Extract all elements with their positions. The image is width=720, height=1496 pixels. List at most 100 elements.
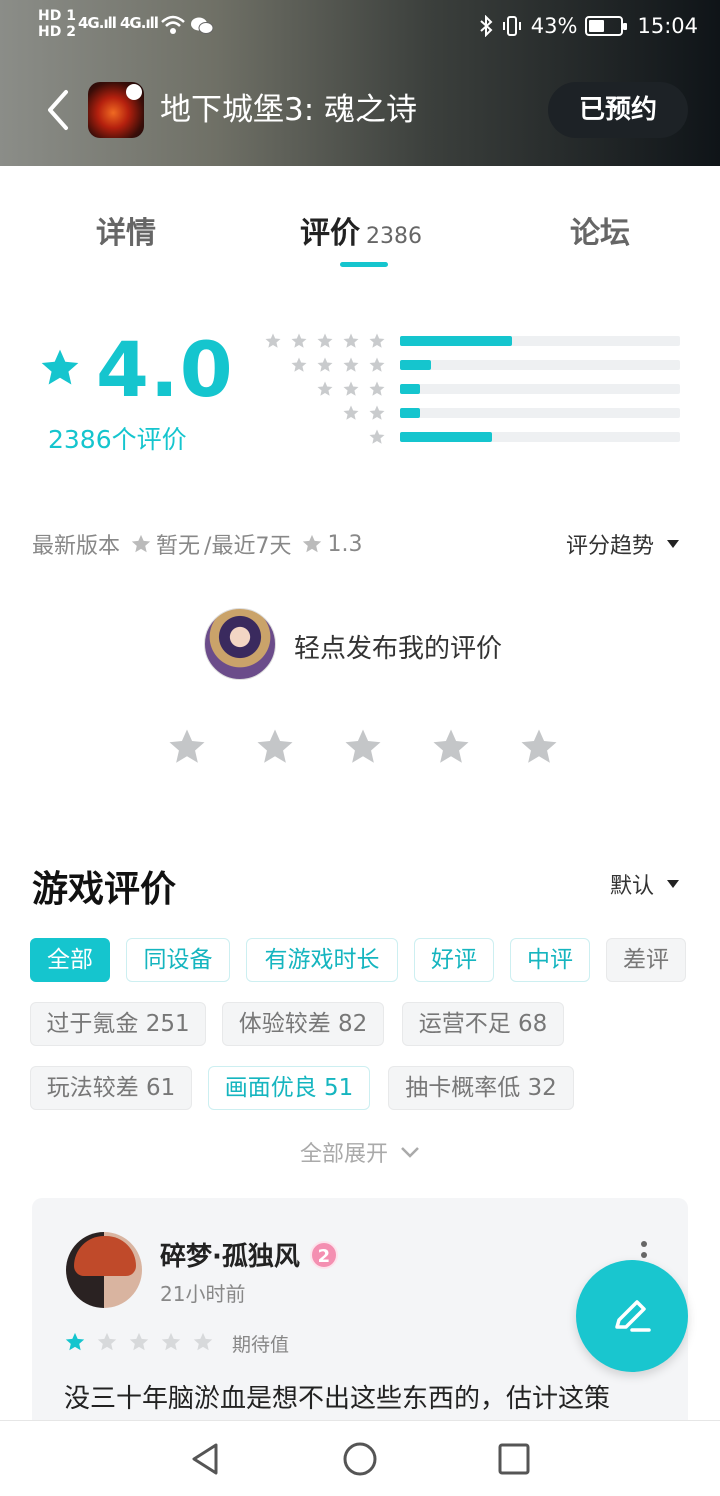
- rate-star-3[interactable]: [342, 726, 384, 772]
- star-icon: [303, 534, 322, 553]
- avatar[interactable]: [66, 1232, 142, 1308]
- tab-details[interactable]: 详情: [96, 208, 156, 252]
- star-icon: [343, 405, 359, 420]
- star-icon: [97, 1332, 117, 1350]
- sort-dropdown[interactable]: 默认: [610, 868, 680, 900]
- my-avatar: [204, 608, 276, 680]
- signal-2-icon: 4G.ıll: [120, 14, 159, 32]
- rating-bar: [400, 384, 680, 394]
- star-icon: [169, 729, 205, 763]
- rate-star-2[interactable]: [254, 726, 296, 772]
- rate-star-1[interactable]: [166, 726, 208, 772]
- review-stars: 期待值: [64, 1330, 289, 1357]
- star-icon: [369, 381, 385, 396]
- filter-chip[interactable]: 体验较差 82: [222, 1002, 384, 1046]
- rating-row-4-stars: [258, 356, 682, 374]
- star-icon: [317, 357, 333, 372]
- latest-version-label: 最新版本: [32, 534, 121, 559]
- signal-1-icon: 4G.ıll: [78, 14, 117, 32]
- filter-chip[interactable]: 抽卡概率低 32: [388, 1066, 574, 1110]
- star-icon: [131, 534, 151, 553]
- review-tag: 期待值: [232, 1334, 290, 1356]
- rating-bar: [400, 360, 680, 370]
- star-icon: [161, 1332, 181, 1350]
- filter-chip[interactable]: 差评: [606, 938, 686, 982]
- star-icon: [369, 429, 385, 444]
- filter-chip[interactable]: 过于氪金 251: [30, 1002, 206, 1046]
- tab-reviews[interactable]: 评价 2386: [300, 208, 422, 252]
- caret-down-icon: [667, 540, 679, 548]
- star-icon: [291, 333, 307, 348]
- system-nav-bar: [0, 1420, 720, 1496]
- rating-bar: [400, 432, 680, 442]
- star-icon: [317, 333, 333, 348]
- review-star: [192, 1331, 214, 1357]
- clock: 15:04: [637, 14, 698, 38]
- filter-chip[interactable]: 玩法较差 61: [30, 1066, 192, 1110]
- sim1-label: HD 1: [38, 8, 76, 24]
- filter-chip[interactable]: 运营不足 68: [402, 1002, 564, 1046]
- battery-percent: 43%: [530, 14, 578, 38]
- rate-stars: [166, 726, 560, 772]
- status-right: 43% 15:04: [479, 14, 698, 38]
- star-icon: [369, 405, 385, 420]
- rate-prompt[interactable]: 轻点发布我的评价: [294, 628, 502, 665]
- filter-chip[interactable]: 全部: [30, 938, 110, 982]
- app-header: HD 1 HD 2 4G.ıll 4G.ıll 43% 15:04 地下城堡3:…: [0, 0, 720, 166]
- review-star: [160, 1331, 182, 1357]
- rate-star-5[interactable]: [518, 726, 560, 772]
- star-icon: [257, 729, 293, 763]
- nav-back-icon[interactable]: [188, 1441, 224, 1477]
- rating-row-3-stars: [258, 380, 682, 398]
- rating-row-1-stars: [258, 428, 682, 446]
- version-rating: 最新版本 暂无 /最近7天 1.3: [32, 528, 362, 560]
- review-time: 21小时前: [160, 1282, 246, 1306]
- section-title: 游戏评价: [32, 869, 177, 910]
- pen-icon: [615, 1300, 651, 1332]
- average-score: 4.0: [96, 325, 234, 414]
- filter-chip[interactable]: 画面优良 51: [208, 1066, 370, 1110]
- star-icon: [343, 381, 359, 396]
- reserved-button[interactable]: 已预约: [548, 82, 688, 138]
- star-icon: [129, 1332, 149, 1350]
- level-badge: 2: [309, 1240, 338, 1269]
- review-star: [96, 1331, 118, 1357]
- expand-all-button[interactable]: 全部展开: [300, 1136, 420, 1168]
- filter-chip[interactable]: 有游戏时长: [246, 938, 398, 982]
- status-bar: HD 1 HD 2 4G.ıll 4G.ıll 43% 15:04: [0, 0, 720, 56]
- latest-version-value: 暂无: [156, 534, 201, 559]
- star-icon: [65, 1332, 85, 1350]
- sim-indicators: HD 1 HD 2: [38, 8, 76, 40]
- recent-value: 1.3: [327, 531, 363, 557]
- caret-down-icon: [667, 880, 679, 888]
- star-icon: [265, 333, 281, 348]
- game-title: 地下城堡3: 魂之诗: [160, 92, 418, 128]
- filter-chip[interactable]: 中评: [510, 938, 590, 982]
- rating-row-5-stars: [258, 332, 682, 350]
- rating-bar: [400, 408, 680, 418]
- review-count: 2386个评价: [48, 425, 187, 454]
- review-text: 没三十年脑淤血是想不出这些东西的，估计这策: [64, 1384, 611, 1414]
- star-icon: [41, 349, 79, 385]
- sim2-label: HD 2: [38, 24, 76, 40]
- nav-recent-icon[interactable]: [496, 1441, 532, 1477]
- tab-forum[interactable]: 论坛: [570, 208, 630, 252]
- star-icon: [343, 333, 359, 348]
- filter-chip[interactable]: 同设备: [126, 938, 230, 982]
- filter-chip[interactable]: 好评: [414, 938, 494, 982]
- star-icon: [193, 1332, 213, 1350]
- star-icon: [317, 381, 333, 396]
- nav-home-icon[interactable]: [342, 1441, 378, 1477]
- tab-bar: 详情 评价 2386 论坛: [0, 200, 720, 270]
- tab-reviews-count: 2386: [366, 224, 422, 249]
- bluetooth-icon: [480, 15, 493, 37]
- game-icon: [88, 82, 144, 138]
- rate-star-4[interactable]: [430, 726, 472, 772]
- score-trend-dropdown[interactable]: 评分趋势: [566, 528, 680, 560]
- write-review-button[interactable]: [576, 1260, 688, 1372]
- star-icon: [291, 357, 307, 372]
- reviewer-name[interactable]: 碎梦·孤独风 2: [160, 1236, 338, 1273]
- star-icon: [343, 357, 359, 372]
- rating-row-2-stars: [258, 404, 682, 422]
- back-icon[interactable]: [44, 88, 74, 132]
